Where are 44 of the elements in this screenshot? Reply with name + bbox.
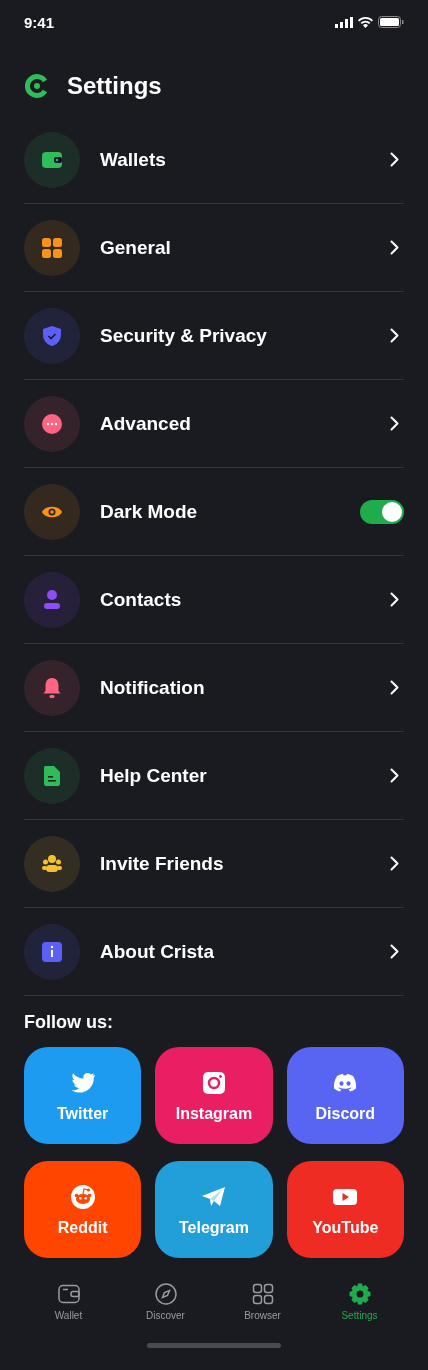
alien-face-icon xyxy=(70,1184,95,1209)
chevron-right-icon[interactable] xyxy=(390,416,399,431)
social-link-button[interactable]: Instagram xyxy=(155,1047,273,1144)
setting-label[interactable]: Notification xyxy=(100,676,390,699)
setting-label[interactable]: Wallets xyxy=(100,148,390,171)
chevron-right-icon[interactable] xyxy=(390,856,399,871)
logo-icon xyxy=(25,74,49,98)
setting-label[interactable]: Invite Friends xyxy=(100,852,390,875)
setting-label[interactable]: Security & Privacy xyxy=(100,324,390,347)
compass-icon xyxy=(154,1283,177,1305)
chevron-right-icon[interactable] xyxy=(390,768,399,783)
section-heading: Follow us: xyxy=(24,1012,114,1033)
setting-label[interactable]: Advanced xyxy=(100,412,390,435)
signal-icon xyxy=(335,16,353,28)
setting-label[interactable]: General xyxy=(100,236,390,259)
status-time: 9:41 xyxy=(24,13,55,31)
grid-icon xyxy=(252,1283,273,1305)
tab-bar-item[interactable]: Discover xyxy=(125,1282,206,1321)
chevron-right-icon[interactable] xyxy=(390,328,399,343)
tab-bar-item[interactable]: Browser xyxy=(222,1282,303,1321)
wallet-icon xyxy=(57,1284,80,1304)
setting-label[interactable]: Help Center xyxy=(100,764,390,787)
chevron-right-icon[interactable] xyxy=(390,680,399,695)
setting-label[interactable]: About Crista xyxy=(100,940,390,963)
battery-icon xyxy=(378,16,404,28)
tab-bar-item[interactable]: Settings xyxy=(319,1282,400,1321)
camera-icon xyxy=(203,1071,225,1094)
chevron-right-icon[interactable] xyxy=(390,152,399,167)
game-controller-icon xyxy=(334,1073,357,1091)
page-title: Settings xyxy=(67,72,162,100)
wifi-icon xyxy=(358,16,373,28)
setting-label[interactable]: Dark Mode xyxy=(100,500,360,523)
social-link-button[interactable]: YouTube xyxy=(286,1161,404,1258)
paper-plane-icon xyxy=(202,1186,225,1206)
chevron-right-icon[interactable] xyxy=(390,944,399,959)
social-link-button[interactable]: Discord xyxy=(286,1047,404,1144)
setting-label[interactable]: Contacts xyxy=(100,588,390,611)
chevron-right-icon[interactable] xyxy=(390,592,399,607)
chevron-right-icon[interactable] xyxy=(390,240,399,255)
dark-mode-toggle[interactable] xyxy=(360,499,404,524)
settings-icon xyxy=(349,1283,370,1305)
tab-bar-item[interactable]: Wallet xyxy=(28,1282,109,1321)
bird-icon xyxy=(71,1072,95,1093)
play-icon xyxy=(333,1188,358,1205)
